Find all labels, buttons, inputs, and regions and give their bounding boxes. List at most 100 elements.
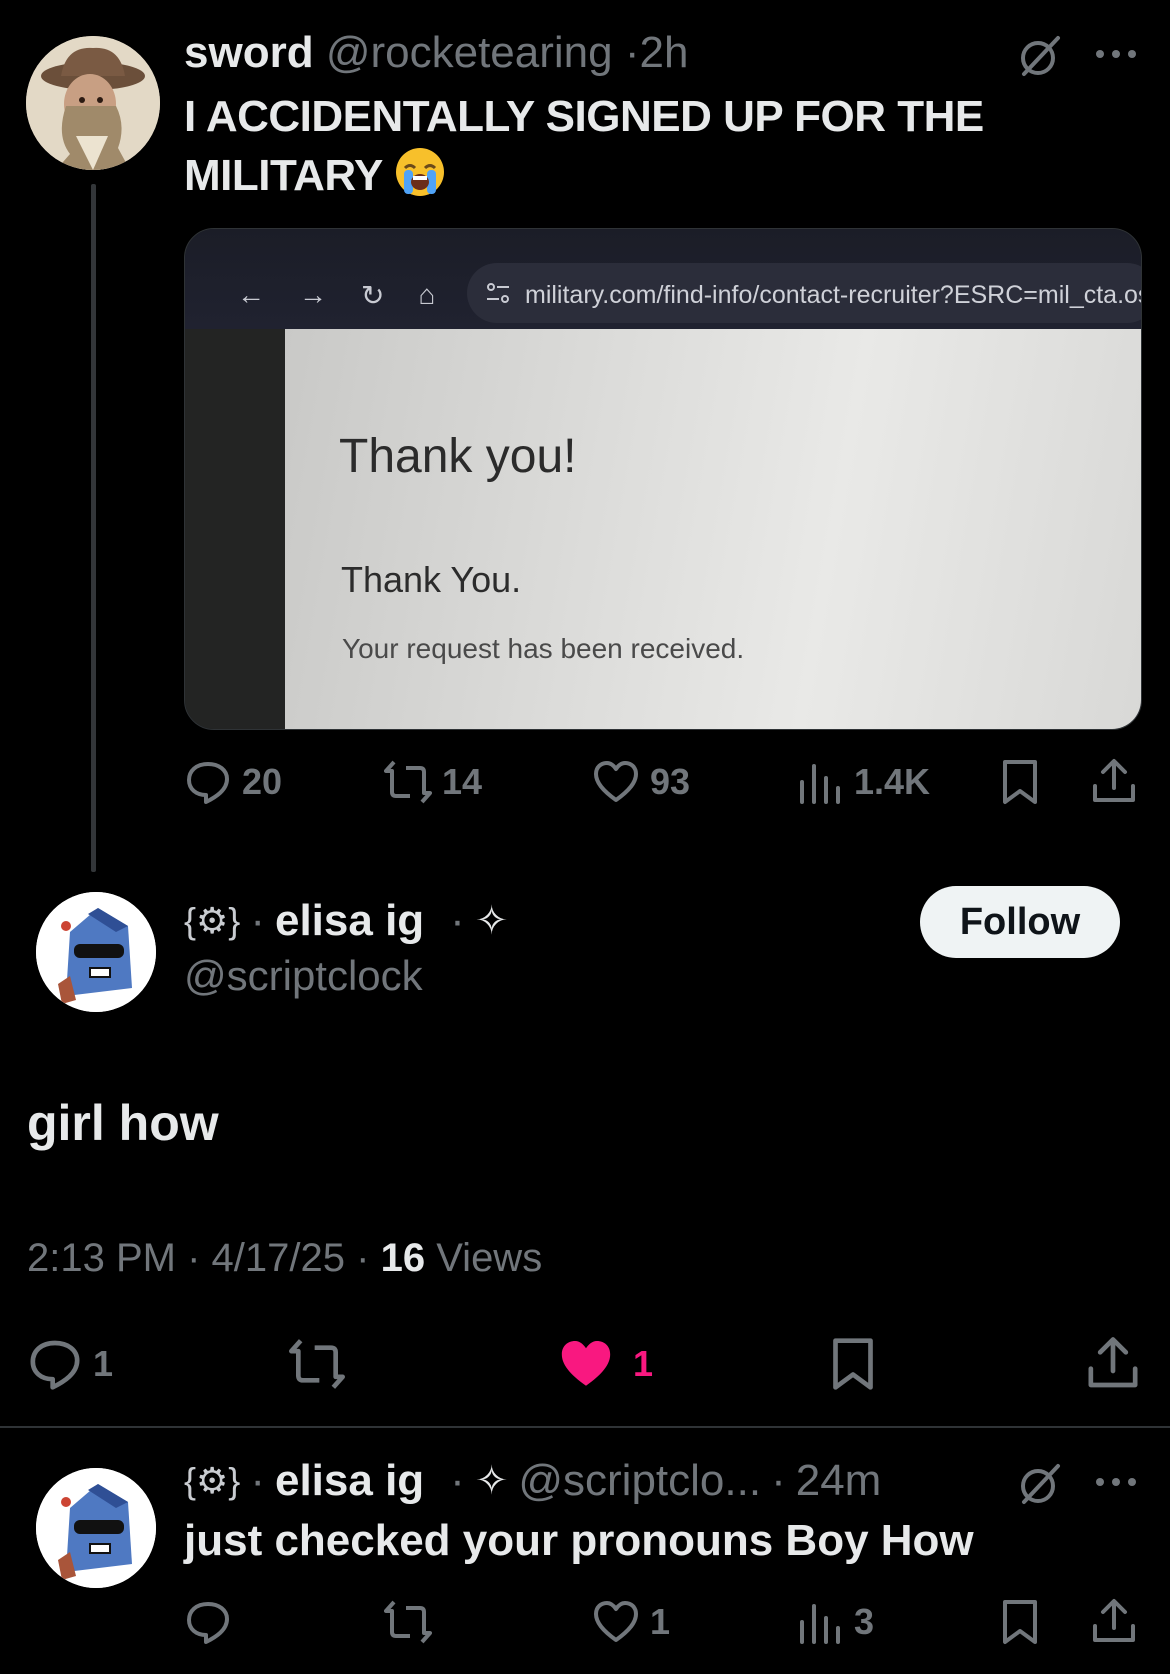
separator: ·	[187, 1236, 201, 1280]
reply-icon	[187, 1602, 229, 1644]
views-button[interactable]: 1.4K	[796, 758, 930, 806]
thread-line	[91, 184, 96, 872]
like-button[interactable]: 1	[557, 1335, 653, 1393]
share-icon	[1093, 759, 1135, 802]
reply-button[interactable]: 1	[27, 1336, 113, 1392]
browser-nav: ← → ↻ ⌂	[237, 279, 435, 312]
author-handle[interactable]: @rocketearing	[326, 28, 613, 77]
repost-button[interactable]	[289, 1336, 345, 1392]
repost-button[interactable]	[384, 1598, 432, 1646]
repost-count: 14	[442, 761, 483, 802]
repost-icon	[384, 1600, 432, 1644]
page-heading: Thank you!	[339, 430, 577, 483]
back-arrow-icon: ←	[237, 279, 265, 310]
reply-text: girl how	[27, 1095, 219, 1151]
repost-icon	[384, 760, 432, 804]
share-icon	[1093, 1599, 1135, 1642]
webpage-content	[285, 329, 1141, 729]
like-count: 93	[650, 761, 691, 802]
browser-toolbar: ← → ↻ ⌂ military.com/find-info/contact-r…	[185, 229, 1141, 329]
bookmark-icon	[1003, 760, 1037, 804]
bookmark-icon	[1003, 1600, 1037, 1644]
gear-icon: {⚙}	[184, 1460, 241, 1501]
url-text: military.com/find-info/contact-recruiter…	[525, 281, 1142, 309]
share-button[interactable]	[1090, 758, 1138, 806]
avatar-elisa[interactable]	[36, 892, 156, 1012]
bookmark-icon	[833, 1338, 873, 1390]
reply-count: 20	[242, 761, 283, 802]
reply2-header: {⚙} · elisa ig · ✧ @scriptclo... · 24m	[184, 1456, 881, 1506]
repost-icon	[289, 1339, 345, 1389]
reply-actions: 1 1	[27, 1336, 1147, 1392]
separator: ·	[250, 896, 265, 945]
repost-button[interactable]: 14	[384, 758, 482, 806]
tweet1-header: sword @rocketearing ·2h	[184, 28, 688, 78]
reply-count: 1	[93, 1343, 114, 1384]
sparkle-icon: ✧	[474, 1459, 509, 1503]
tweet1-text: I ACCIDENTALLY SIGNED UP FOR THE MILITAR…	[184, 88, 1044, 205]
heart-icon	[594, 761, 638, 802]
site-settings-icon	[487, 283, 509, 303]
reply2-actions: 1 3	[184, 1596, 1144, 1648]
tweet-meta: 2:13 PM · 4/17/25 · 16 Views	[27, 1236, 542, 1281]
gear-icon: {⚙}	[184, 900, 241, 941]
forward-arrow-icon: →	[299, 279, 327, 310]
grok-icon[interactable]	[1016, 32, 1064, 80]
bookmark-button[interactable]	[996, 758, 1044, 806]
like-count: 1	[633, 1343, 654, 1384]
more-icon[interactable]	[1094, 1472, 1138, 1492]
avatar-elisa[interactable]	[36, 1468, 156, 1588]
grok-icon[interactable]	[1016, 1460, 1064, 1508]
reply-icon	[30, 1340, 80, 1390]
avatar-sword[interactable]	[26, 36, 160, 170]
divider	[0, 1426, 1170, 1428]
views-count: 16	[380, 1236, 426, 1280]
reply-button[interactable]	[184, 1598, 232, 1646]
follow-button[interactable]: Follow	[920, 886, 1120, 958]
separator: ·	[771, 1456, 786, 1505]
analytics-icon	[800, 1604, 840, 1644]
timestamp[interactable]: 2h	[640, 28, 689, 77]
tweet1-actions: 20 14 93 1.4K	[184, 756, 1144, 808]
timestamp[interactable]: 24m	[796, 1456, 882, 1506]
view-count: 3	[854, 1601, 875, 1642]
home-icon: ⌂	[418, 279, 436, 310]
bookmark-button[interactable]	[996, 1598, 1044, 1646]
tweet-media-image[interactable]: ← → ↻ ⌂ military.com/find-info/contact-r…	[184, 228, 1142, 730]
views-button[interactable]: 3	[796, 1598, 874, 1646]
page-subheading: Thank You.	[341, 559, 522, 600]
like-count: 1	[650, 1601, 671, 1642]
separator: ·	[450, 896, 465, 945]
author-name[interactable]: sword	[184, 28, 314, 77]
heart-filled-icon	[561, 1341, 611, 1386]
separator: ·	[356, 1236, 370, 1280]
view-count: 1.4K	[854, 761, 931, 802]
share-button[interactable]	[1090, 1598, 1138, 1646]
share-button[interactable]	[1085, 1336, 1141, 1392]
sparkle-icon: ✧	[474, 899, 509, 943]
author-name[interactable]: elisa ig	[275, 896, 424, 946]
reply2-text: just checked your pronouns Boy How	[184, 1516, 974, 1565]
bookmark-button[interactable]	[825, 1336, 881, 1392]
monitor-edge	[185, 329, 285, 729]
author-name[interactable]: elisa ig	[275, 1456, 424, 1506]
post-time[interactable]: 2:13 PM	[27, 1236, 176, 1280]
heart-icon	[594, 1601, 638, 1642]
reload-icon: ↻	[361, 280, 385, 311]
more-icon[interactable]	[1094, 44, 1138, 64]
author-handle[interactable]: @scriptclock	[184, 952, 423, 1000]
separator: ·	[250, 1456, 265, 1505]
reply-header: {⚙} · elisa ig · ✧	[184, 896, 508, 946]
post-date[interactable]: 4/17/25	[212, 1236, 345, 1280]
author-handle[interactable]: @scriptclo...	[518, 1456, 761, 1506]
views-label: Views	[436, 1236, 543, 1280]
reply-button[interactable]: 20	[184, 758, 282, 806]
tweet-text: I ACCIDENTALLY SIGNED UP FOR THE MILITAR…	[184, 92, 984, 200]
separator: ·	[624, 28, 640, 77]
separator: ·	[450, 1456, 465, 1505]
analytics-icon	[800, 764, 840, 804]
like-button[interactable]: 1	[592, 1598, 670, 1646]
page-body: Your request has been received.	[342, 633, 745, 664]
like-button[interactable]: 93	[592, 758, 690, 806]
share-icon	[1088, 1337, 1138, 1388]
